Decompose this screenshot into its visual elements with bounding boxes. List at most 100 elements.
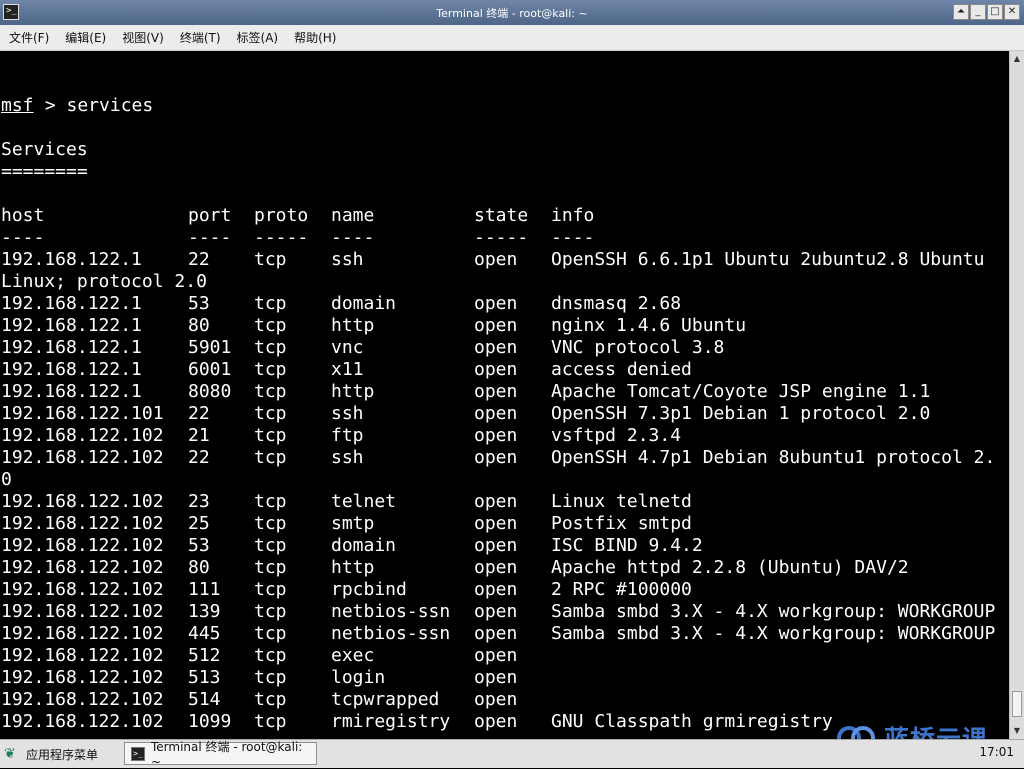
taskbar-window-terminal[interactable]: >_ Terminal 终端 - root@kali: ~ (124, 740, 317, 769)
cell-port: 53 (188, 293, 210, 314)
menu-edit[interactable]: 编辑(E) (56, 29, 113, 46)
cell-proto: tcp (254, 645, 287, 666)
applications-menu-button[interactable]: ❦ 应用程序菜单 (4, 743, 98, 765)
minimize-icon[interactable]: _ (970, 4, 986, 20)
cell-state: open (474, 535, 518, 556)
cell-info: dnsmasq 2.68 (551, 293, 682, 314)
cell-host: 192.168.122.1 (1, 249, 142, 270)
cell-proto: tcp (254, 535, 287, 556)
header-info: info (551, 205, 595, 226)
scroll-up-icon[interactable]: ▲ (1010, 52, 1024, 66)
cell-proto: tcp (254, 249, 287, 270)
cell-state: open (474, 381, 518, 402)
cell-info: OpenSSH 7.3p1 Debian 1 protocol 2.0 (551, 403, 931, 424)
cell-name: ftp (331, 425, 364, 446)
cell-proto: tcp (254, 579, 287, 600)
header-proto: proto (254, 205, 309, 226)
taskbar: ❦ 应用程序菜单 >_ Terminal 终端 - root@kali: ~ 1… (0, 739, 1024, 769)
terminal-icon: >_ (131, 746, 145, 761)
menu-file[interactable]: 文件(F) (0, 29, 56, 46)
shade-icon[interactable]: ⏶ (953, 4, 969, 20)
cell-name: netbios-ssn (331, 601, 451, 622)
cell-state: open (474, 293, 518, 314)
header-host: host (1, 205, 45, 226)
menu-view[interactable]: 视图(V) (113, 29, 171, 46)
cell-port: 22 (188, 249, 210, 270)
rule-host: ---- (1, 227, 45, 248)
rule-port: ---- (188, 227, 232, 248)
cell-name: tcpwrapped (331, 689, 440, 710)
window-controls: ⏶ _ □ ✕ (953, 4, 1020, 20)
cell-host: 192.168.122.1 (1, 359, 142, 380)
cell-host: 192.168.122.102 (1, 601, 164, 622)
window-titlebar[interactable]: >_ Terminal 终端 - root@kali: ~ ⏶ _ □ ✕ (0, 0, 1024, 25)
cell-host: 192.168.122.102 (1, 447, 164, 468)
cell-host: 192.168.122.102 (1, 645, 164, 666)
close-icon[interactable]: ✕ (1004, 4, 1020, 20)
cell-host: 192.168.122.102 (1, 513, 164, 534)
applications-menu-label: 应用程序菜单 (26, 747, 99, 762)
cell-host: 192.168.122.101 (1, 403, 164, 424)
cell-port: 6001 (188, 359, 232, 380)
cell-state: open (474, 601, 518, 622)
cell-name: ssh (331, 447, 364, 468)
cell-name: netbios-ssn (331, 623, 451, 644)
cell-info: vsftpd 2.3.4 (551, 425, 682, 446)
cell-host: 192.168.122.102 (1, 425, 164, 446)
cell-host: 192.168.122.102 (1, 711, 164, 732)
cell-info: GNU Classpath grmiregistry (551, 711, 833, 732)
cell-info: Apache httpd 2.2.8 (Ubuntu) DAV/2 (551, 557, 909, 578)
cell-state: open (474, 315, 518, 336)
cell-state: open (474, 557, 518, 578)
rule-proto: ----- (254, 227, 309, 248)
cell-host: 192.168.122.1 (1, 293, 142, 314)
cell-port: 53 (188, 535, 210, 556)
cell-name: http (331, 381, 375, 402)
cell-name: smtp (331, 513, 375, 534)
services-heading: Services (1, 139, 88, 160)
cell-proto: tcp (254, 667, 287, 688)
header-name: name (331, 205, 375, 226)
cell-state: open (474, 513, 518, 534)
cell-info: VNC protocol 3.8 (551, 337, 725, 358)
scrollbar-thumb[interactable] (1012, 691, 1022, 717)
table-row-wrap: 0 (1, 469, 12, 490)
cell-host: 192.168.122.1 (1, 381, 142, 402)
maximize-icon[interactable]: □ (987, 4, 1003, 20)
rule-state: ----- (474, 227, 529, 248)
cell-name: rpcbind (331, 579, 407, 600)
cell-state: open (474, 579, 518, 600)
command-line: msf > services (1, 95, 153, 117)
cell-port: 22 (188, 447, 210, 468)
cell-port: 22 (188, 403, 210, 424)
cell-port: 5901 (188, 337, 232, 358)
cell-state: open (474, 359, 518, 380)
terminal-scrollbar[interactable]: ▲ ▼ (1009, 51, 1024, 739)
scroll-down-icon[interactable]: ▼ (1010, 724, 1024, 738)
menu-tabs[interactable]: 标签(A) (228, 29, 286, 46)
cell-proto: tcp (254, 711, 287, 732)
cell-info: Samba smbd 3.X - 4.X workgroup: WORKGROU… (551, 623, 996, 644)
cell-state: open (474, 645, 518, 666)
cell-port: 512 (188, 645, 221, 666)
table-row-wrap: Linux; protocol 2.0 (1, 271, 207, 292)
cell-host: 192.168.122.102 (1, 579, 164, 600)
cell-info: OpenSSH 6.6.1p1 Ubuntu 2ubuntu2.8 Ubuntu (551, 249, 985, 270)
cell-name: ssh (331, 403, 364, 424)
rule-info: ---- (551, 227, 595, 248)
terminal-output[interactable]: msf > services Services ======== host po… (0, 51, 1009, 739)
cell-name: telnet (331, 491, 397, 512)
cell-name: http (331, 315, 375, 336)
header-port: port (188, 205, 232, 226)
cell-port: 80 (188, 557, 210, 578)
menu-terminal[interactable]: 终端(T) (171, 29, 228, 46)
cell-port: 8080 (188, 381, 232, 402)
menu-help[interactable]: 帮助(H) (285, 29, 343, 46)
cell-info: access denied (551, 359, 692, 380)
cell-proto: tcp (254, 359, 287, 380)
cell-state: open (474, 425, 518, 446)
cell-host: 192.168.122.102 (1, 535, 164, 556)
cell-name: exec (331, 645, 375, 666)
cell-port: 513 (188, 667, 221, 688)
header-state: state (474, 205, 529, 226)
